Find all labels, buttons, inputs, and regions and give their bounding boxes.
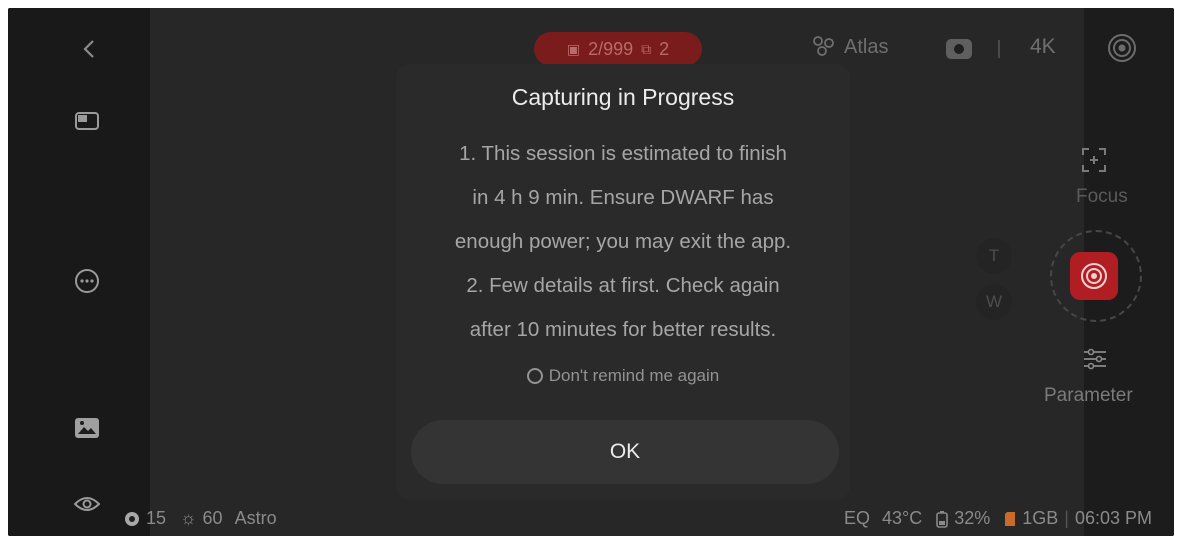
frame-icon: ▣ [566,40,581,57]
eq-label: EQ [843,508,870,528]
gain-icon: ☼ [180,508,197,528]
status-bar: 15 ☼ 60 Astro EQ 43°C 32% 1GB | 06:03 PM [8,504,1174,536]
shutter-button[interactable] [1070,252,1118,300]
layout-icon[interactable] [69,108,105,134]
dialog-title: Capturing in Progress [511,84,735,110]
gallery-icon[interactable] [69,413,105,443]
mode-label: Astro [234,508,277,528]
atlas-label[interactable]: Atlas [844,36,888,59]
radio-icon[interactable] [526,368,543,384]
frame-count: 2/999 [588,38,634,59]
battery-icon [936,510,949,528]
status-left: 15 ☼ 60 Astro [124,508,277,529]
temperature-value: 43°C [881,508,923,528]
parameter-icon[interactable] [1080,344,1110,374]
status-divider: | [1064,508,1069,528]
storage-icon [1004,511,1016,527]
dialog-line: enough power; you may exit the app. [454,230,792,253]
focus-label[interactable]: Focus [1076,186,1128,208]
parameter-label[interactable]: Parameter [1044,385,1133,407]
status-right: EQ 43°C 32% 1GB | 06:03 PM [844,508,1152,529]
clock: 06:03 PM [1074,508,1152,528]
atlas-icon[interactable] [810,32,838,60]
resolution-label[interactable]: 4K [1030,35,1056,59]
focus-icon[interactable] [1078,144,1110,176]
camera-switch-icon[interactable] [942,34,976,64]
more-icon[interactable] [70,264,104,298]
capture-counter-badge[interactable]: ▣ 2/999 ⧉ 2 [534,32,702,66]
exposure-value: 15 [146,508,167,528]
battery-value: 32% [954,508,991,528]
dialog-line: 1. This session is estimated to finish [459,142,787,165]
app-screen: ▣ 2/999 ⧉ 2 Atlas 4K Focus T W Parameter [8,8,1174,536]
dont-remind-label: Don't remind me again [548,366,720,385]
ok-button[interactable]: OK [411,420,839,484]
stack-count: 2 [659,38,670,59]
zoom-tele-button[interactable]: T [976,238,1012,274]
back-icon[interactable] [74,34,104,64]
header-divider [998,40,1000,58]
capture-progress-dialog: Capturing in Progress 1. This session is… [396,64,850,500]
dialog-line: after 10 minutes for better results. [469,318,777,341]
dialog-line: 2. Few details at first. Check again [466,274,780,297]
gain-value: 60 [202,508,223,528]
zoom-wide-button[interactable]: W [976,284,1012,320]
shutter-icon [1079,261,1109,291]
exposure-icon [124,511,140,527]
dont-remind-checkbox[interactable]: Don't remind me again [396,366,850,386]
stack-icon: ⧉ [641,40,652,57]
dialog-line: in 4 h 9 min. Ensure DWARF has [472,186,774,209]
storage-value: 1GB [1022,508,1059,528]
target-icon[interactable] [1104,30,1140,66]
